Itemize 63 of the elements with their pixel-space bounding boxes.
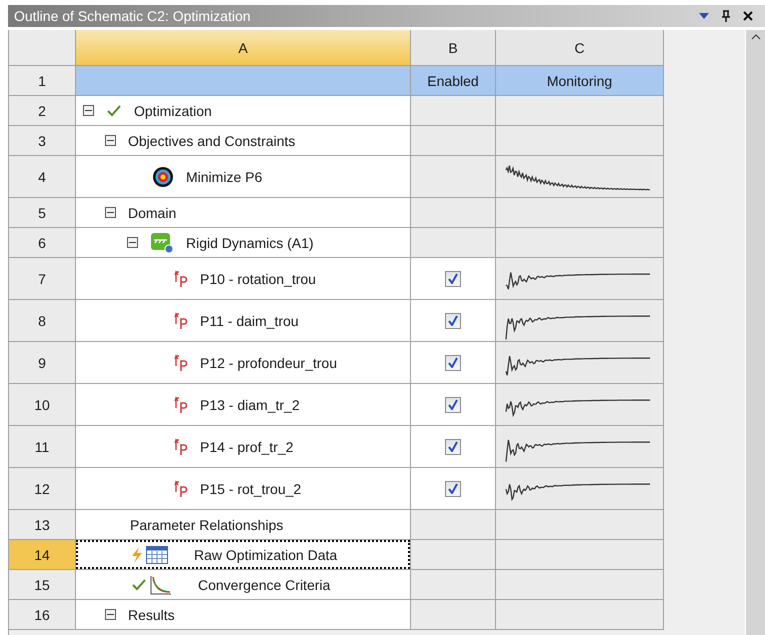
tree-item[interactable]: P11 - daim_trou <box>76 300 411 342</box>
tree-item[interactable]: Results <box>76 600 411 630</box>
tree-item[interactable]: Optimization <box>76 96 411 126</box>
checkbox[interactable] <box>445 270 461 286</box>
header-cell: Enabled <box>411 66 496 96</box>
collapse-icon[interactable] <box>83 105 94 116</box>
checkbox[interactable] <box>445 354 461 370</box>
row-number: 2 <box>9 96 76 126</box>
scroll-up-icon[interactable] <box>750 34 760 40</box>
checkbox[interactable] <box>445 480 461 496</box>
row-number: 11 <box>9 426 76 468</box>
table-icon <box>146 546 168 564</box>
checkbox[interactable] <box>445 312 461 328</box>
parameter-icon <box>174 312 188 330</box>
collapse-icon[interactable] <box>105 135 116 146</box>
row-number: 1 <box>9 66 76 96</box>
row-number: 3 <box>9 126 76 156</box>
tree-item[interactable]: Domain <box>76 198 411 228</box>
parameter-icon <box>174 396 188 414</box>
collapse-icon[interactable] <box>105 207 116 218</box>
row-number: 4 <box>9 156 76 198</box>
tree-item[interactable]: P14 - prof_tr_2 <box>76 426 411 468</box>
curve-chart-icon <box>150 574 172 594</box>
row-number: 13 <box>9 510 76 540</box>
parameter-icon <box>174 270 188 288</box>
parameter-icon <box>174 438 188 456</box>
tree-item[interactable]: Parameter Relationships <box>76 510 411 540</box>
check-icon <box>106 104 122 118</box>
row-number: 14 <box>9 540 76 570</box>
tree-item[interactable]: P12 - profondeur_trou <box>76 342 411 384</box>
column-header[interactable]: C <box>496 30 664 66</box>
column-header[interactable]: B <box>411 30 496 66</box>
tree-item[interactable]: Rigid Dynamics (A1) <box>76 228 411 258</box>
check-icon <box>130 578 148 592</box>
checkbox[interactable] <box>445 396 461 412</box>
tree-item[interactable]: P13 - diam_tr_2 <box>76 384 411 426</box>
row-number: 10 <box>9 384 76 426</box>
checkbox[interactable] <box>445 438 461 454</box>
row-number: 16 <box>9 600 76 630</box>
row-number: 8 <box>9 300 76 342</box>
row-number: 7 <box>9 258 76 300</box>
tree-item[interactable]: P15 - rot_trou_2 <box>76 468 411 510</box>
row-number: 12 <box>9 468 76 510</box>
row-number: 6 <box>9 228 76 258</box>
collapse-icon[interactable] <box>127 237 138 248</box>
lightning-icon <box>130 546 144 564</box>
scrollbar[interactable] <box>745 30 765 635</box>
tree-item[interactable]: Raw Optimization Data <box>76 540 411 570</box>
target-icon <box>152 166 174 188</box>
collapse-icon[interactable] <box>105 609 116 620</box>
row-number: 9 <box>9 342 76 384</box>
parameter-icon <box>174 354 188 372</box>
panel-title: Outline of Schematic C2: Optimization <box>14 8 252 24</box>
row-number: 5 <box>9 198 76 228</box>
tree-item[interactable]: P10 - rotation_trou <box>76 258 411 300</box>
header-cell: Monitoring <box>496 66 664 96</box>
tree-item[interactable]: Minimize P6 <box>76 156 411 198</box>
parameter-icon <box>174 480 188 498</box>
tree-item[interactable]: Objectives and Constraints <box>76 126 411 156</box>
system-icon <box>150 232 174 254</box>
tree-item[interactable]: Convergence Criteria <box>76 570 411 600</box>
column-header[interactable]: A <box>76 30 411 66</box>
row-number: 15 <box>9 570 76 600</box>
